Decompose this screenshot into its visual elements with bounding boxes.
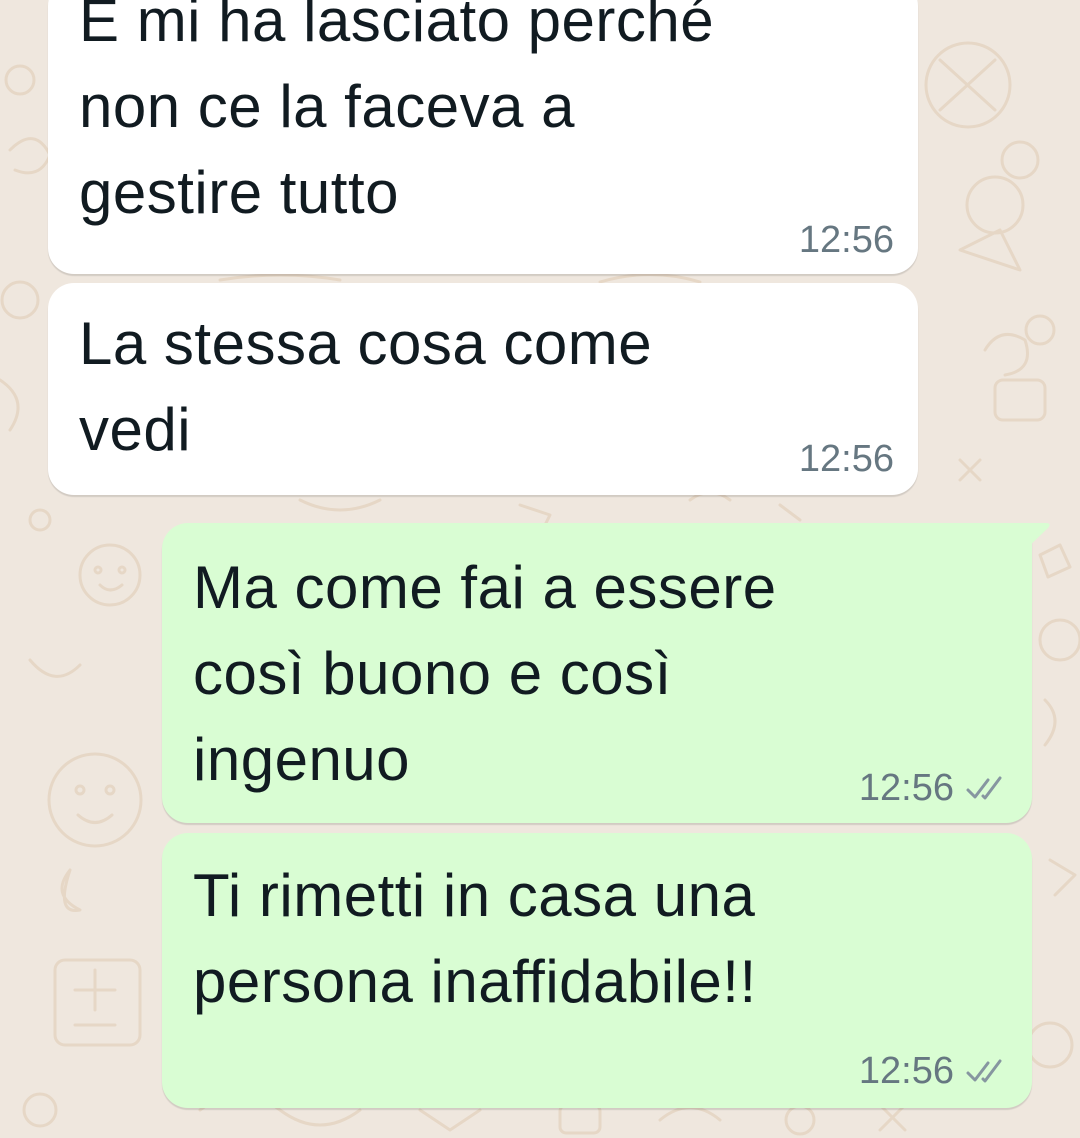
message-time: 12:56 xyxy=(858,767,954,809)
outgoing-message-bubble[interactable]: Ti rimetti in casa una persona inaffidab… xyxy=(162,833,1032,1108)
message-text: Ma come fai a essere così buono e così i… xyxy=(193,554,777,793)
message-time: 12:56 xyxy=(858,1050,954,1092)
message-meta: 12:56 xyxy=(799,220,894,260)
message-time: 12:56 xyxy=(798,438,894,480)
bubble-tail xyxy=(1024,523,1050,551)
incoming-message-bubble[interactable]: E mi ha lasciato perché non ce la faceva… xyxy=(48,0,918,274)
message-text: E mi ha lasciato perché non ce la faceva… xyxy=(79,0,715,226)
message-text: Ti rimetti in casa una persona inaffidab… xyxy=(193,862,757,1015)
chat-message-list[interactable]: E mi ha lasciato perché non ce la faceva… xyxy=(0,0,1080,1138)
incoming-message-bubble[interactable]: La stessa cosa come vedi 12:56 xyxy=(48,283,918,495)
message-meta: 12:56 xyxy=(859,1051,1008,1091)
message-time: 12:56 xyxy=(798,219,894,261)
message-meta: 12:56 xyxy=(799,439,894,479)
double-check-icon xyxy=(966,776,1002,800)
double-check-icon xyxy=(966,1059,1002,1083)
outgoing-message-bubble[interactable]: Ma come fai a essere così buono e così i… xyxy=(162,523,1050,823)
message-text: La stessa cosa come vedi xyxy=(79,310,653,463)
message-meta: 12:56 xyxy=(859,768,1008,808)
